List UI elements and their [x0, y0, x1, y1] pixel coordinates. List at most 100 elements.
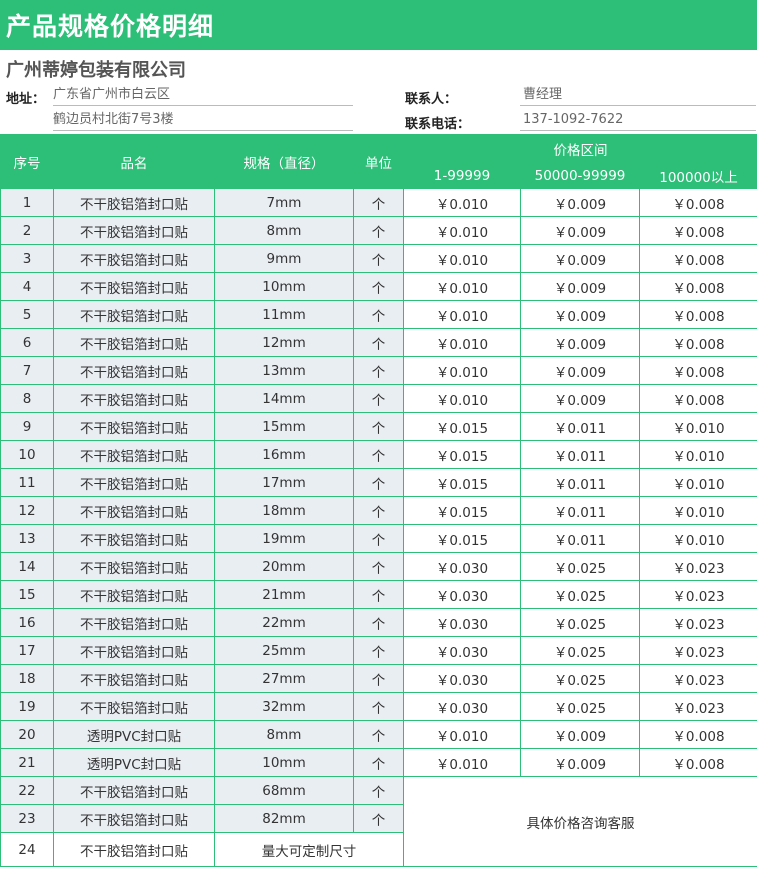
row-index: 13 [0, 524, 54, 553]
table-row: 21 透明PVC封口贴 10mm 个 ￥0.010 ￥0.009 ￥0.008 [0, 748, 757, 777]
product-unit: 个 [353, 188, 404, 217]
product-unit: 个 [353, 216, 404, 245]
price-tier2: ￥0.011 [520, 412, 640, 441]
price-tier1: ￥0.015 [403, 496, 521, 525]
price-tier3: ￥0.008 [638, 216, 757, 245]
product-spec: 82mm [214, 804, 354, 833]
product-spec: 19mm [214, 524, 354, 553]
price-tier1: ￥0.015 [403, 468, 521, 497]
price-table: 序号 品名 规格（直径） 单位 价格区间 1-99999 50000-99999… [0, 134, 757, 867]
row-index: 22 [0, 776, 54, 805]
row-index: 24 [0, 832, 54, 867]
table-row: 1 不干胶铝箔封口贴 7mm 个 ￥0.010 ￥0.009 ￥0.008 [0, 188, 757, 217]
row-index: 1 [0, 188, 54, 217]
product-name: 不干胶铝箔封口贴 [53, 552, 215, 581]
product-unit: 个 [353, 580, 404, 609]
product-name: 不干胶铝箔封口贴 [53, 580, 215, 609]
row-index: 12 [0, 496, 54, 525]
product-unit: 个 [353, 720, 404, 749]
row-index: 9 [0, 412, 54, 441]
row-index: 15 [0, 580, 54, 609]
price-tier3: ￥0.010 [638, 524, 757, 553]
header-tier1: 1-99999 [403, 163, 521, 189]
product-spec: 10mm [214, 748, 354, 777]
row-index: 6 [0, 328, 54, 357]
product-spec: 21mm [214, 580, 354, 609]
product-name: 不干胶铝箔封口贴 [53, 272, 215, 301]
product-spec: 9mm [214, 244, 354, 273]
header-name: 品名 [53, 134, 215, 189]
row-index: 8 [0, 384, 54, 413]
phone-label: 联系电话： [405, 117, 471, 132]
row-index: 3 [0, 244, 54, 273]
price-tier2: ￥0.025 [520, 552, 640, 581]
price-tier3: ￥0.010 [638, 496, 757, 525]
page-title: 产品规格价格明细 [6, 12, 215, 41]
header-unit: 单位 [353, 134, 404, 189]
product-name: 不干胶铝箔封口贴 [53, 384, 215, 413]
product-spec: 13mm [214, 356, 354, 385]
price-tier1: ￥0.015 [403, 412, 521, 441]
product-unit: 个 [353, 664, 404, 693]
row-index: 17 [0, 636, 54, 665]
product-name: 不干胶铝箔封口贴 [53, 776, 215, 805]
product-name: 不干胶铝箔封口贴 [53, 524, 215, 553]
price-note: 具体价格咨询客服 [402, 776, 757, 867]
row-index: 11 [0, 468, 54, 497]
product-name: 不干胶铝箔封口贴 [53, 468, 215, 497]
table-row: 15 不干胶铝箔封口贴 21mm 个 ￥0.030 ￥0.025 ￥0.023 [0, 580, 757, 609]
price-tier2: ￥0.009 [520, 272, 640, 301]
product-unit: 个 [353, 524, 404, 553]
price-tier2: ￥0.009 [520, 328, 640, 357]
product-name: 透明PVC封口贴 [53, 720, 215, 749]
price-tier2: ￥0.009 [520, 188, 640, 217]
product-spec: 32mm [214, 692, 354, 721]
product-name: 不干胶铝箔封口贴 [53, 244, 215, 273]
table-row: 12 不干胶铝箔封口贴 18mm 个 ￥0.015 ￥0.011 ￥0.010 [0, 496, 757, 525]
price-tier1: ￥0.030 [403, 608, 521, 637]
price-tier3: ￥0.023 [638, 664, 757, 693]
contact-value: 曹经理 [520, 86, 756, 106]
row-index: 10 [0, 440, 54, 469]
row-index: 2 [0, 216, 54, 245]
price-tier1: ￥0.010 [403, 356, 521, 385]
price-tier2: ￥0.025 [520, 580, 640, 609]
product-unit: 个 [353, 804, 404, 833]
product-unit: 个 [353, 552, 404, 581]
product-spec: 18mm [214, 496, 354, 525]
product-spec: 14mm [214, 384, 354, 413]
price-tier1: ￥0.010 [403, 216, 521, 245]
product-spec: 8mm [214, 216, 354, 245]
product-name: 不干胶铝箔封口贴 [53, 356, 215, 385]
price-tier1: ￥0.015 [403, 440, 521, 469]
row-index: 18 [0, 664, 54, 693]
price-tier3: ￥0.008 [638, 748, 757, 777]
table-row: 10 不干胶铝箔封口贴 16mm 个 ￥0.015 ￥0.011 ￥0.010 [0, 440, 757, 469]
row-index: 20 [0, 720, 54, 749]
product-unit: 个 [353, 272, 404, 301]
product-spec: 22mm [214, 608, 354, 637]
row-index: 4 [0, 272, 54, 301]
price-tier1: ￥0.010 [403, 720, 521, 749]
product-spec: 量大可定制尺寸 [214, 832, 404, 867]
price-tier3: ￥0.010 [638, 468, 757, 497]
price-tier2: ￥0.009 [520, 356, 640, 385]
product-name: 透明PVC封口贴 [53, 748, 215, 777]
price-tier3: ￥0.008 [638, 384, 757, 413]
price-tier3: ￥0.023 [638, 636, 757, 665]
table-row: 17 不干胶铝箔封口贴 25mm 个 ￥0.030 ￥0.025 ￥0.023 [0, 636, 757, 665]
price-tier1: ￥0.010 [403, 300, 521, 329]
phone-value: 137-1092-7622 [520, 111, 756, 131]
price-tier1: ￥0.010 [403, 328, 521, 357]
header-index: 序号 [0, 134, 54, 189]
contact-label: 联系人： [405, 92, 458, 107]
table-row: 9 不干胶铝箔封口贴 15mm 个 ￥0.015 ￥0.011 ￥0.010 [0, 412, 757, 441]
table-row: 13 不干胶铝箔封口贴 19mm 个 ￥0.015 ￥0.011 ￥0.010 [0, 524, 757, 553]
product-spec: 11mm [214, 300, 354, 329]
price-tier1: ￥0.030 [403, 580, 521, 609]
product-spec: 7mm [214, 188, 354, 217]
table-row: 4 不干胶铝箔封口贴 10mm 个 ￥0.010 ￥0.009 ￥0.008 [0, 272, 757, 301]
price-tier3: ￥0.010 [638, 440, 757, 469]
price-tier1: ￥0.030 [403, 664, 521, 693]
price-tier3: ￥0.023 [638, 608, 757, 637]
